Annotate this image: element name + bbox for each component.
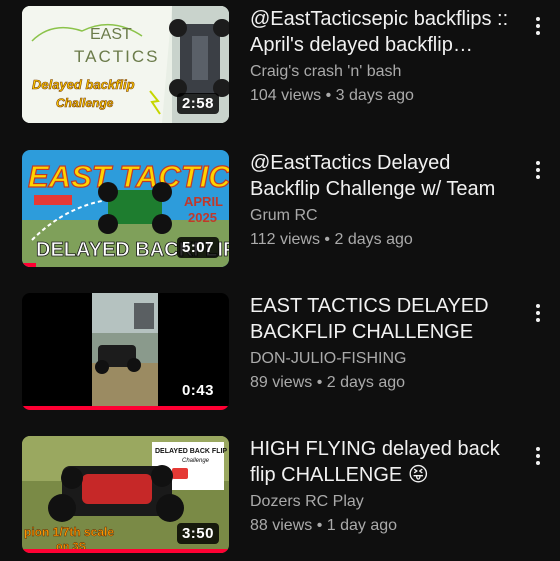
duration-badge: 5:07 <box>176 237 219 258</box>
thumb-text: Delayed backflip <box>32 77 135 92</box>
watch-progress-bar <box>22 263 36 267</box>
video-stats: 89 views • 2 days ago <box>250 372 520 394</box>
channel-name[interactable]: Grum RC <box>250 205 520 227</box>
video-title[interactable]: HIGH FLYING delayed back flip CHALLENGE … <box>250 436 520 488</box>
thumb-text: EAST TACTICS <box>28 159 229 194</box>
upload-age: 2 days ago <box>334 231 413 248</box>
channel-name[interactable]: DON-JULIO-FISHING <box>250 348 520 370</box>
video-title[interactable]: EAST TACTICS DELAYED BACKFLIP CHALLENGE <box>250 293 520 345</box>
video-meta[interactable]: @EastTactics Delayed Backflip Challenge … <box>250 150 520 251</box>
upload-age: 3 days ago <box>335 87 414 104</box>
separator: • <box>316 374 323 391</box>
upload-age: 2 days ago <box>326 374 406 391</box>
video-meta[interactable]: EAST TACTICS DELAYED BACKFLIP CHALLENGE … <box>250 293 520 394</box>
thumb-text: Challenge <box>56 96 114 110</box>
video-thumbnail[interactable]: 0:43 <box>22 293 229 410</box>
more-options-icon[interactable] <box>530 14 546 38</box>
more-options-icon[interactable] <box>530 158 546 182</box>
separator: • <box>316 517 323 534</box>
duration-badge: 2:58 <box>176 93 219 114</box>
duration-badge: 0:43 <box>176 380 219 401</box>
thumb-text: Challenge <box>182 458 210 464</box>
video-thumbnail[interactable]: EAST TACTICS APRIL 2025 DELAYED BACKFLIP… <box>22 150 229 267</box>
watch-progress-bar <box>22 549 229 553</box>
thumb-text: EAST <box>90 26 132 43</box>
video-stats: 104 views • 3 days ago <box>250 85 520 107</box>
video-thumbnail[interactable]: EAST TACTICS Delayed backflip Challenge … <box>22 6 229 123</box>
video-meta[interactable]: HIGH FLYING delayed back flip CHALLENGE … <box>250 436 520 537</box>
video-stats: 88 views • 1 day ago <box>250 515 520 537</box>
thumb-text: DELAYED BACK FLIP <box>155 448 227 455</box>
video-item[interactable]: EAST TACTICS Delayed backflip Challenge … <box>0 6 560 131</box>
view-count: 89 views <box>250 374 313 391</box>
channel-name[interactable]: Dozers RC Play <box>250 491 520 513</box>
video-meta[interactable]: @EastTacticsepic backflips :: April's de… <box>250 6 520 107</box>
separator: • <box>324 231 331 248</box>
view-count: 88 views <box>250 517 313 534</box>
video-stats: 112 views • 2 days ago <box>250 229 520 251</box>
video-item[interactable]: 0:43 EAST TACTICS DELAYED BACKFLIP CHALL… <box>0 293 560 418</box>
view-count: 112 views <box>250 231 320 248</box>
more-options-icon[interactable] <box>530 444 546 468</box>
upload-age: 1 day ago <box>326 517 398 534</box>
thumb-text: pion 1/7th scale <box>24 525 114 539</box>
separator: • <box>325 87 332 104</box>
duration-badge: 3:50 <box>176 523 219 544</box>
view-count: 104 views <box>250 87 322 104</box>
video-title[interactable]: @EastTacticsepic backflips :: April's de… <box>250 6 520 58</box>
channel-name[interactable]: Craig's crash 'n' bash <box>250 61 520 83</box>
video-item[interactable]: EAST TACTICS APRIL 2025 DELAYED BACKFLIP… <box>0 150 560 275</box>
thumb-text: APRIL <box>184 194 223 209</box>
watch-progress-bar <box>22 406 229 410</box>
thumb-text: 2025 <box>188 210 217 225</box>
video-thumbnail[interactable]: DELAYED BACK FLIP Challenge pion 1/7th s… <box>22 436 229 553</box>
more-options-icon[interactable] <box>530 301 546 325</box>
thumb-text: TACTICS <box>74 47 159 66</box>
video-title[interactable]: @EastTactics Delayed Backflip Challenge … <box>250 150 520 202</box>
video-item[interactable]: DELAYED BACK FLIP Challenge pion 1/7th s… <box>0 436 560 561</box>
